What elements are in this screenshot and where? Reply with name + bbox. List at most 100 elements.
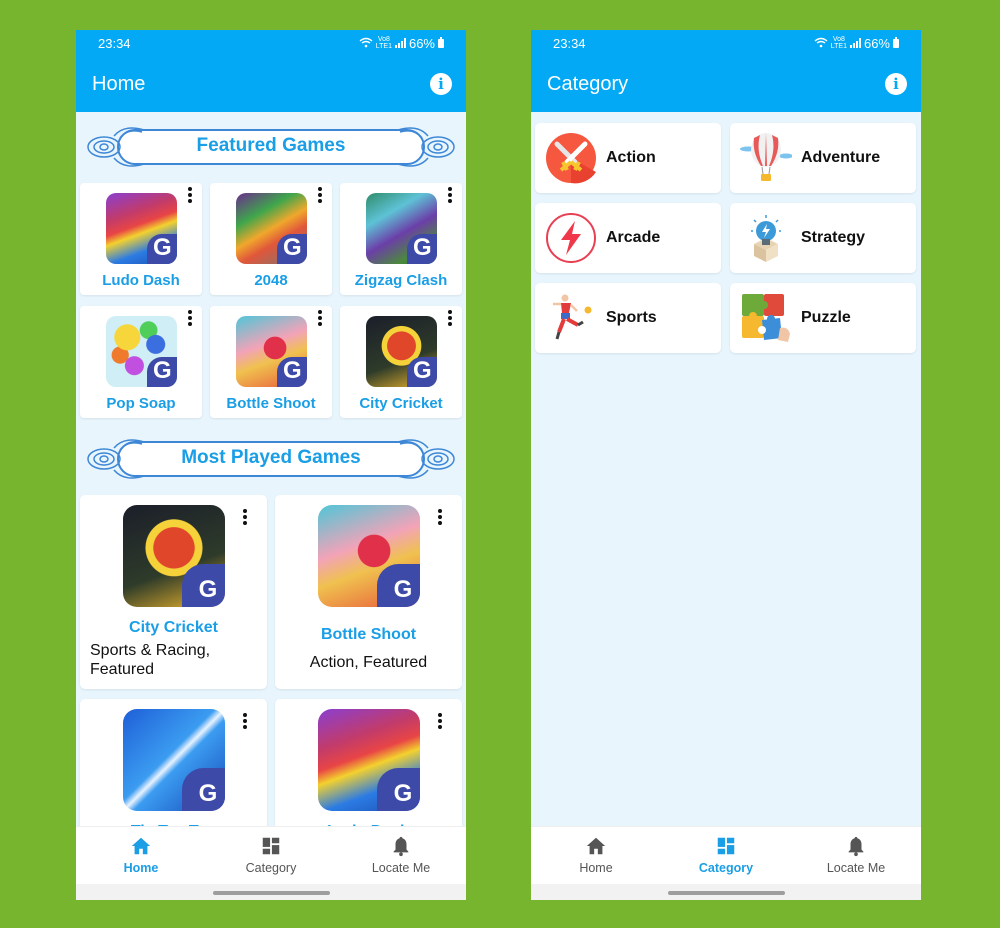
gamezop-badge-icon (277, 234, 307, 264)
featured-card-pop-soap[interactable]: Pop Soap (80, 306, 202, 418)
category-puzzle[interactable]: Puzzle (730, 283, 916, 353)
gamezop-badge-icon (377, 564, 420, 607)
status-time: 23:34 (553, 35, 586, 51)
category-label: Strategy (801, 229, 866, 246)
game-thumbnail (106, 193, 177, 264)
category-adventure[interactable]: Adventure (730, 123, 916, 193)
more-options-icon[interactable] (316, 310, 324, 326)
game-name: City Cricket (359, 395, 443, 412)
most-played-card-city-cricket[interactable]: City Cricket Sports & Racing, Featured (80, 495, 267, 689)
dashboard-icon (717, 837, 735, 855)
gamezop-badge-icon (182, 768, 225, 811)
game-name: City Cricket (129, 619, 218, 636)
gamezop-badge-icon (407, 234, 437, 264)
gesture-handle[interactable] (213, 891, 330, 895)
game-name: Bottle Shoot (320, 626, 417, 643)
nav-locate-me[interactable]: Locate Me (336, 835, 466, 875)
status-bar: 23:34 Vo8 LTE1 66% (553, 35, 899, 51)
gamezop-badge-icon (147, 234, 177, 264)
hot-air-balloon-icon (740, 133, 792, 181)
bell-icon (393, 836, 409, 857)
dashboard-icon (262, 837, 280, 855)
game-thumbnail (123, 505, 225, 607)
status-bar: 23:34 Vo8 LTE1 66% (98, 35, 444, 51)
featured-card-bottle-shoot[interactable]: Bottle Shoot (210, 306, 332, 418)
nav-category[interactable]: Category (206, 835, 336, 875)
category-screen: 23:34 Vo8 LTE1 66% Category i Action Adv… (531, 30, 921, 900)
more-options-icon[interactable] (186, 310, 194, 326)
game-thumbnail (366, 193, 437, 264)
game-thumbnail (106, 316, 177, 387)
nav-label: Category (698, 861, 754, 875)
info-icon[interactable]: i (885, 73, 907, 95)
featured-card-zigzag-clash[interactable]: Zigzag Clash (340, 183, 462, 295)
gesture-handle[interactable] (668, 891, 785, 895)
battery-icon (438, 36, 444, 48)
nav-label: Category (245, 861, 297, 875)
category-label: Adventure (801, 149, 881, 166)
most-played-card-bottle-shoot[interactable]: Bottle Shoot Action, Featured (275, 495, 462, 689)
featured-card-ludo-dash[interactable]: Ludo Dash (80, 183, 202, 295)
more-options-icon[interactable] (436, 713, 444, 729)
featured-games-heading: Featured Games (84, 122, 458, 172)
game-categories: Action, Featured (309, 654, 428, 671)
featured-card-city-cricket[interactable]: City Cricket (340, 306, 462, 418)
system-nav-bar (531, 884, 921, 900)
featured-card-2048[interactable]: 2048 (210, 183, 332, 295)
home-screen: 23:34 Vo8 LTE1 66% Home i Featured Games… (76, 30, 466, 900)
battery-icon (893, 36, 899, 48)
nav-label: Locate Me (826, 861, 886, 875)
gamezop-badge-icon (147, 357, 177, 387)
crossed-swords-icon (546, 133, 596, 184)
most-played-games-heading: Most Played Games (84, 434, 458, 484)
more-options-icon[interactable] (241, 509, 249, 525)
category-strategy[interactable]: Strategy (730, 203, 916, 273)
game-thumbnail (366, 316, 437, 387)
most-played-games-title: Most Played Games (181, 447, 361, 468)
game-thumbnail (318, 505, 420, 607)
info-icon[interactable]: i (430, 73, 452, 95)
puzzle-pieces-icon (742, 294, 790, 342)
app-bar: 23:34 Vo8 LTE1 66% Category i (531, 30, 921, 112)
game-categories: Sports & Racing, Featured (90, 642, 211, 678)
home-icon (586, 837, 606, 855)
game-thumbnail (236, 316, 307, 387)
more-options-icon[interactable] (446, 310, 454, 326)
more-options-icon[interactable] (186, 187, 194, 203)
lightbulb-box-icon (751, 215, 781, 262)
status-time: 23:34 (98, 35, 131, 51)
nav-label: Home (579, 861, 613, 875)
more-options-icon[interactable] (316, 187, 324, 203)
category-action[interactable]: Action (535, 123, 721, 193)
page-title: Home (92, 73, 146, 95)
nav-label: Home (123, 861, 159, 875)
signal-icon (849, 38, 861, 48)
nav-home[interactable]: Home (76, 835, 206, 875)
category-label: Arcade (606, 229, 661, 246)
category-arcade[interactable]: Arcade (535, 203, 721, 273)
more-options-icon[interactable] (241, 713, 249, 729)
volte-icon: Vo8 LTE1 (375, 36, 392, 50)
more-options-icon[interactable] (436, 509, 444, 525)
more-options-icon[interactable] (446, 187, 454, 203)
game-thumbnail (236, 193, 307, 264)
category-label: Action (606, 149, 656, 166)
game-name: Ludo Dash (102, 272, 180, 289)
game-thumbnail (123, 709, 225, 811)
wifi-icon (814, 36, 828, 51)
page-title: Category (547, 73, 629, 95)
nav-locate-me[interactable]: Locate Me (791, 835, 921, 875)
gamezop-badge-icon (377, 768, 420, 811)
signal-icon (394, 38, 406, 48)
battery-percent: 66% (863, 35, 890, 51)
bell-icon (848, 836, 864, 857)
app-bar: 23:34 Vo8 LTE1 66% Home i (76, 30, 466, 112)
nav-category[interactable]: Category (661, 835, 791, 875)
gamezop-badge-icon (407, 357, 437, 387)
game-name: 2048 (254, 272, 288, 289)
battery-percent: 66% (408, 35, 435, 51)
category-sports[interactable]: Sports (535, 283, 721, 353)
bottom-navigation: Home Category Locate Me (76, 826, 466, 900)
game-name: Zigzag Clash (354, 272, 448, 289)
nav-home[interactable]: Home (531, 835, 661, 875)
